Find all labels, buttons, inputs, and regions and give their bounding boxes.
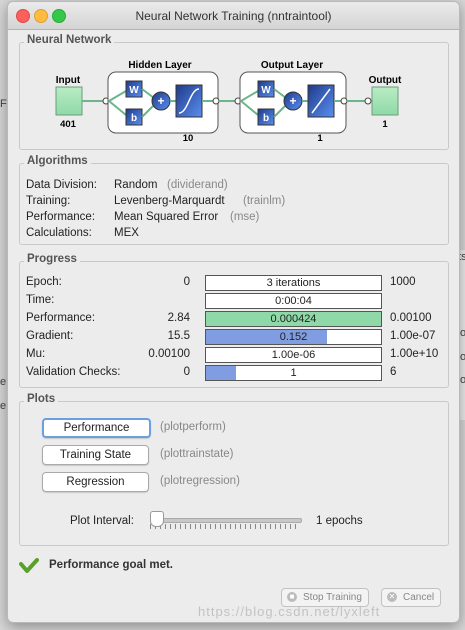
progress-label: Epoch: — [26, 276, 62, 288]
input-label: Input — [56, 75, 81, 86]
algorithm-value: Mean Squared Error — [114, 211, 219, 223]
plot-interval-label: Plot Interval: — [70, 515, 134, 527]
regression-plot-button[interactable]: Regression — [42, 472, 149, 492]
progress-end-value: 1000 — [390, 276, 416, 288]
progress-current-value: 0.000424 — [270, 313, 317, 325]
algorithm-label: Training: — [26, 195, 71, 207]
progress-bar: 1 — [205, 365, 382, 381]
svg-text:+: + — [289, 94, 296, 108]
output-label: Output — [369, 75, 402, 86]
progress-end-value: 6 — [390, 366, 397, 378]
title-bar[interactable]: Neural Network Training (nntraintool) — [8, 2, 459, 30]
progress-start-value: 0 — [183, 276, 190, 288]
cancel-button[interactable]: ✕ Cancel — [381, 588, 442, 607]
svg-text:W: W — [261, 85, 271, 96]
panel-title: Plots — [24, 393, 59, 405]
progress-start-value: 15.5 — [167, 330, 190, 342]
watermark-text: https://blog.csdn.net/lyxleft — [198, 604, 381, 619]
panel-title: Progress — [24, 253, 80, 265]
output-size: 1 — [382, 119, 388, 130]
progress-start-value: 0 — [183, 366, 190, 378]
algorithm-value: MEX — [114, 227, 139, 239]
plot-function: (plotregression) — [160, 475, 240, 487]
algorithms-panel: Algorithms Data Division: Random (divide… — [19, 155, 449, 245]
progress-bar: 0.152 — [205, 329, 382, 345]
neural-network-panel: Neural Network Input 401 Hidden Layer W … — [19, 34, 449, 150]
slider-thumb[interactable] — [150, 511, 164, 527]
progress-label: Mu: — [26, 348, 46, 360]
progress-current-value: 0:00:04 — [275, 295, 312, 307]
svg-text:b: b — [131, 113, 137, 124]
output-node — [371, 86, 399, 116]
hidden-size: 10 — [183, 133, 194, 144]
algorithm-value: Levenberg-Marquardt — [114, 195, 225, 207]
performance-plot-button[interactable]: Performance — [42, 418, 151, 438]
input-size: 401 — [60, 119, 77, 130]
algorithm-label: Data Division: — [26, 179, 97, 191]
svg-text:b: b — [263, 113, 269, 124]
progress-end-value: 1.00e+10 — [390, 348, 439, 360]
progress-bar: 0.000424 — [205, 311, 382, 327]
stop-icon: ■ — [287, 592, 297, 602]
plots-panel: Plots Performance (plotperform) Training… — [19, 393, 449, 546]
output-layer-label: Output Layer — [261, 60, 323, 71]
network-diagram: Input 401 Hidden Layer W b + 10 Output L… — [55, 60, 402, 144]
checkmark-icon — [19, 558, 39, 573]
progress-current-value: 3 iterations — [266, 277, 321, 289]
algorithm-detail: (mse) — [230, 211, 260, 223]
svg-text:+: + — [157, 94, 164, 108]
algorithm-detail: (dividerand) — [167, 179, 228, 191]
plot-function: (plottrainstate) — [160, 448, 234, 460]
training-state-plot-button[interactable]: Training State — [42, 445, 149, 465]
status-message: Performance goal met. — [49, 559, 173, 571]
input-node — [55, 86, 83, 116]
progress-label: Time: — [26, 294, 55, 306]
progress-label: Gradient: — [26, 330, 74, 342]
progress-bar: 1.00e-06 — [205, 347, 382, 363]
progress-label: Performance: — [26, 312, 96, 324]
slider-ticks — [150, 524, 300, 529]
background-fragment: e — [0, 376, 7, 388]
algorithm-value: Random — [114, 179, 158, 191]
panel-title: Algorithms — [24, 155, 91, 167]
window-title: Neural Network Training (nntraintool) — [135, 9, 332, 23]
progress-current-value: 1.00e-06 — [271, 349, 316, 361]
nntraintool-window: Neural Network Training (nntraintool) Ne… — [7, 1, 460, 623]
cancel-icon: ✕ — [387, 592, 397, 602]
plot-function: (plotperform) — [160, 421, 226, 433]
algorithm-label: Performance: — [26, 211, 96, 223]
progress-start-value: 0.00100 — [148, 348, 190, 360]
progress-panel: Progress Epoch: 0 3 iterations 1000 Time: 0:0… — [19, 253, 449, 388]
plot-interval-value: 1 epochs — [316, 515, 363, 527]
background-fragment: F — [0, 98, 7, 110]
progress-start-value: 2.84 — [167, 312, 190, 324]
output-layer-size: 1 — [317, 133, 323, 144]
algorithm-label: Calculations: — [26, 227, 92, 239]
progress-label: Validation Checks: — [26, 366, 121, 378]
progress-end-value: 1.00e-07 — [390, 330, 436, 342]
progress-current-value: 0.152 — [279, 331, 308, 343]
progress-end-value: 0.00100 — [390, 312, 432, 324]
progress-current-value: 1 — [290, 367, 297, 379]
progress-bar: 0:00:04 — [205, 293, 382, 309]
svg-text:W: W — [129, 85, 139, 96]
plot-interval-slider[interactable] — [150, 509, 302, 531]
background-fragment: e — [0, 400, 7, 412]
hidden-layer-label: Hidden Layer — [128, 60, 191, 71]
progress-bar: 3 iterations — [205, 275, 382, 291]
algorithm-detail: (trainlm) — [243, 195, 286, 207]
